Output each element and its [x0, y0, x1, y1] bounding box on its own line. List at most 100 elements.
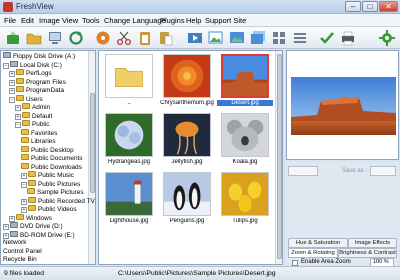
folder-open-icon[interactable] — [25, 29, 43, 47]
paste-icon[interactable] — [157, 29, 175, 47]
menu-edit[interactable]: Edit — [21, 16, 34, 25]
tree-item[interactable]: + Public Videos — [21, 205, 77, 213]
close-button[interactable]: ✕ — [379, 1, 398, 12]
expand-toggle-icon[interactable]: − — [3, 62, 9, 69]
printer-icon[interactable] — [339, 29, 357, 47]
menu-plugins[interactable]: Plugins — [160, 16, 185, 25]
tab-zoom-rotating[interactable]: Zoom & Rotating — [288, 248, 338, 258]
grid-icon[interactable] — [270, 29, 288, 47]
tab-brightness-contrast[interactable]: Brightness & Contrast — [338, 248, 397, 258]
expand-toggle-icon[interactable]: − — [9, 96, 15, 103]
expand-toggle-icon[interactable]: + — [15, 105, 21, 111]
thumbnail-item[interactable]: Desert.jpg — [217, 54, 273, 110]
tree-item[interactable]: Libraries — [21, 137, 56, 145]
title-bar: FreshView – □ ✕ — [0, 0, 400, 14]
name-field[interactable] — [288, 166, 318, 176]
expand-toggle-icon[interactable]: + — [9, 88, 15, 94]
tree-item[interactable]: Public Desktop — [21, 145, 74, 154]
menu-file[interactable]: File — [4, 16, 16, 25]
computer-icon[interactable] — [46, 29, 64, 47]
minimize-button[interactable]: – — [345, 1, 361, 12]
tree-scrollbar[interactable] — [88, 51, 95, 264]
menu-view[interactable]: View — [62, 16, 78, 25]
images-icon[interactable] — [249, 29, 267, 47]
thumbnail-image[interactable] — [221, 54, 269, 98]
tree-item[interactable]: + PerfLogs — [9, 69, 52, 77]
thumbnail-item[interactable]: Chrysanthemum.jpg — [159, 54, 215, 110]
expand-toggle-icon[interactable]: + — [9, 215, 15, 222]
menu-support-site[interactable]: Support Site — [205, 16, 246, 25]
clipboard-icon[interactable] — [136, 29, 154, 47]
checkmark-icon[interactable] — [318, 29, 336, 47]
thumbnail-item[interactable]: Jellyfish.jpg — [159, 113, 215, 169]
menu-tools[interactable]: Tools — [82, 16, 100, 25]
tree-item[interactable]: + Public Recorded TV — [21, 196, 95, 205]
expand-toggle-icon[interactable]: − — [15, 122, 21, 128]
menu-image[interactable]: Image — [39, 16, 60, 25]
tree-item[interactable]: Favorites — [21, 128, 57, 137]
thumbnail-image[interactable] — [105, 54, 153, 98]
thumbnail-item[interactable]: .. — [101, 54, 157, 110]
expand-toggle-icon[interactable]: − — [21, 181, 27, 188]
thumbnail-item[interactable]: Koala.jpg — [217, 113, 273, 169]
tree-item[interactable]: + Public Music — [21, 171, 74, 179]
tree-item[interactable]: − Local Disk (C:) — [3, 60, 62, 69]
tree-item[interactable]: Public Downloads — [21, 162, 82, 171]
thumbnail-item[interactable]: Hydrangeas.jpg — [101, 113, 157, 169]
thumbnail-image[interactable] — [221, 113, 269, 157]
load-icon[interactable] — [4, 29, 22, 47]
expand-toggle-icon[interactable]: + — [15, 113, 21, 120]
folder-icon — [28, 205, 36, 211]
menu-help[interactable]: Help — [186, 16, 201, 25]
slideshow-icon[interactable] — [186, 29, 204, 47]
tree-item-label: Public Videos — [38, 206, 77, 213]
expand-toggle-icon[interactable]: + — [9, 79, 15, 86]
thumbnail-item[interactable]: Tulips.jpg — [217, 172, 273, 228]
tree-item[interactable]: − Public Pictures — [21, 179, 80, 188]
tree-item[interactable]: + Admin — [15, 103, 50, 111]
expand-toggle-icon[interactable]: + — [9, 71, 15, 77]
thumbnail-image[interactable] — [163, 172, 211, 216]
gear-icon[interactable] — [378, 29, 396, 47]
expand-toggle-icon[interactable]: + — [3, 224, 9, 230]
tree-item[interactable]: − Users — [9, 94, 43, 103]
thumbnail-image[interactable] — [163, 54, 211, 98]
tree-item[interactable]: + Program Files — [9, 77, 66, 86]
tree-item[interactable]: Public Documents — [21, 154, 83, 162]
thumbnail-image[interactable] — [105, 113, 153, 157]
expand-toggle-icon[interactable]: + — [21, 198, 27, 205]
grid-scroll-thumb[interactable] — [277, 54, 282, 259]
save-as-field[interactable] — [370, 166, 396, 176]
expand-toggle-icon[interactable]: + — [21, 207, 27, 213]
thumbnail-item[interactable]: Penguins.jpg — [159, 172, 215, 228]
tree-item[interactable]: + Default — [15, 111, 52, 120]
tree-item[interactable]: + BD-ROM Drive (E:) — [3, 230, 75, 239]
grid-scrollbar[interactable] — [275, 51, 282, 264]
list-icon[interactable] — [291, 29, 309, 47]
tree-item[interactable]: Sample Pictures — [27, 188, 84, 196]
tree-item[interactable]: + ProgramData — [9, 86, 64, 94]
tab-hue-saturation[interactable]: Hue & Saturation — [288, 238, 348, 248]
scissors-icon[interactable] — [115, 29, 133, 47]
thumbnail-image[interactable] — [105, 172, 153, 216]
tree-item[interactable]: Recycle Bin — [3, 256, 37, 264]
maximize-button[interactable]: □ — [362, 1, 378, 12]
thumbnail-image[interactable] — [221, 172, 269, 216]
refresh-icon[interactable] — [67, 29, 85, 47]
tab-image-effects[interactable]: Image Effects — [348, 238, 397, 248]
thumbnail-image[interactable] — [163, 113, 211, 157]
tree-item[interactable]: Control Panel — [3, 248, 42, 256]
edit-picture-icon[interactable] — [207, 29, 225, 47]
disc-icon[interactable] — [94, 29, 112, 47]
tree-item[interactable]: − Public — [15, 120, 49, 128]
tree-item[interactable]: + Windows — [9, 213, 52, 222]
tree-item[interactable]: + DVD Drive (D:) — [3, 222, 63, 230]
tree-item[interactable]: Floppy Disk Drive (A:) — [3, 52, 75, 60]
menu-change-language[interactable]: Change Language — [104, 16, 166, 25]
image-icon[interactable] — [228, 29, 246, 47]
tree-item[interactable]: Network — [3, 239, 26, 247]
expand-toggle-icon[interactable]: + — [21, 173, 27, 179]
tree-scroll-thumb[interactable] — [90, 93, 95, 193]
expand-toggle-icon[interactable]: + — [3, 232, 9, 239]
thumbnail-item[interactable]: Lighthouse.jpg — [101, 172, 157, 228]
